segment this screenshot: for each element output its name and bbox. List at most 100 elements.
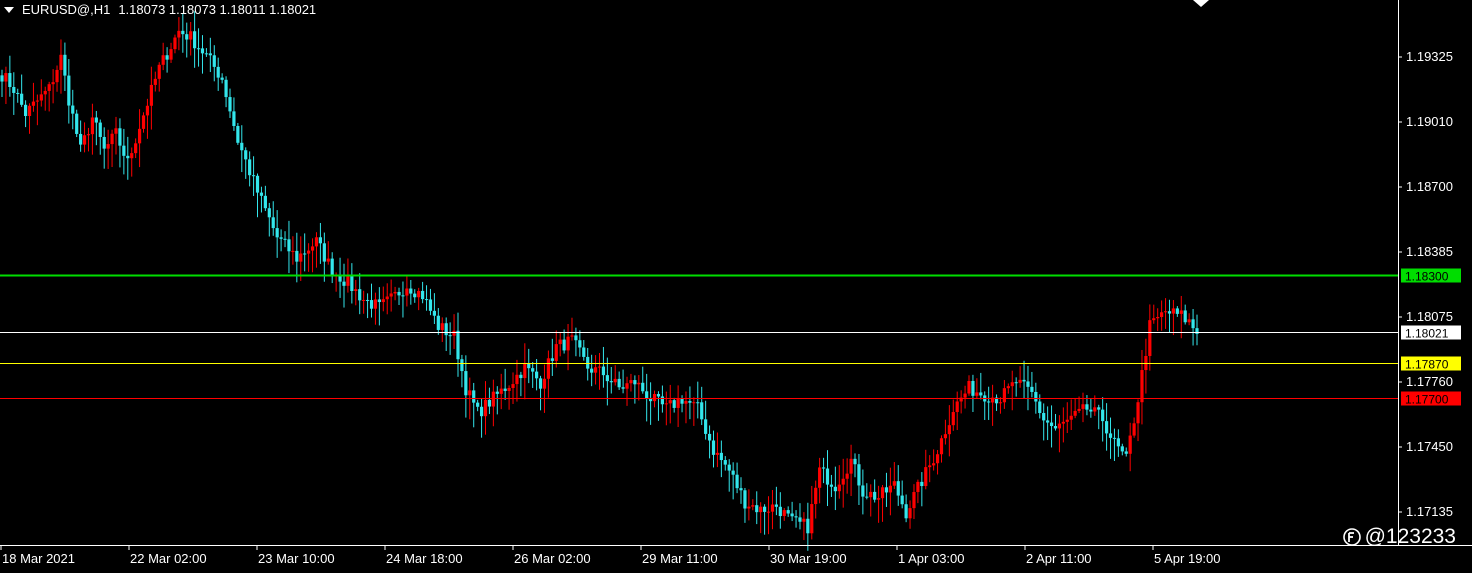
price-chart[interactable]: 1.18300 1.18021 1.17870 1.17700 1.19325 1.19… [0, 0, 1472, 573]
candle-body [821, 467, 826, 469]
candle-body [161, 55, 165, 65]
candle-body [523, 363, 527, 379]
candle-body [314, 237, 319, 247]
candle-body [829, 484, 834, 487]
candle-body [181, 30, 185, 35]
candle-body [774, 504, 778, 507]
candle-body [1156, 316, 1160, 319]
candle-body [200, 48, 205, 54]
candle-body [145, 105, 150, 116]
candle-body [377, 299, 381, 303]
candle-body [448, 335, 452, 337]
candle-body [193, 31, 197, 49]
candle-body [86, 134, 91, 136]
candle-body [31, 101, 36, 106]
candle-body [310, 246, 315, 251]
candle-body [684, 401, 688, 404]
candle-body [369, 300, 374, 309]
candle-body [4, 73, 8, 82]
candle-body [365, 299, 370, 301]
candle-body [1034, 391, 1038, 402]
price-tick-label: 1.19325 [1406, 49, 1453, 64]
candle-body [346, 275, 350, 286]
candle-body [137, 128, 142, 144]
candle-body [436, 315, 440, 330]
candle-body [558, 339, 562, 345]
candle-body [413, 293, 417, 298]
candle-body [1148, 320, 1152, 356]
candle-body [130, 153, 134, 159]
candle-body [1069, 415, 1073, 420]
candle-body [1132, 423, 1136, 436]
candle-body [1191, 319, 1195, 329]
candle-body [546, 358, 550, 379]
candle-body [566, 336, 570, 351]
candle-body [1152, 318, 1156, 321]
candle-body [578, 340, 582, 348]
time-tick-label: 30 Mar 19:00 [770, 551, 847, 566]
candle-body [649, 398, 653, 402]
candle-body [704, 419, 708, 434]
candle-body [692, 402, 696, 404]
candle-body [802, 518, 806, 522]
candles [0, 11, 1199, 551]
candle-body [303, 253, 307, 255]
candle-body [153, 78, 157, 85]
candle-body [987, 401, 991, 403]
candle-body [507, 387, 511, 391]
candle-body [405, 288, 409, 296]
candle-body [590, 368, 594, 373]
candle-body [216, 66, 220, 78]
candle-body [582, 347, 586, 357]
candle-body [94, 117, 98, 123]
candle-body [299, 253, 303, 262]
candle-body [1038, 401, 1042, 414]
candle-body [845, 473, 849, 479]
candle-body [1042, 413, 1046, 421]
ohlc-values: 1.18073 1.18073 1.18011 1.18021 [118, 2, 317, 17]
level-label: 1.18300 [1405, 270, 1449, 284]
candle-body [491, 391, 495, 407]
candle-body [330, 258, 334, 277]
candle-body [1049, 422, 1054, 427]
candle-body [444, 323, 448, 336]
candle-body [71, 105, 75, 114]
candle-body [1089, 409, 1093, 412]
candle-body [106, 144, 110, 149]
candle-body [417, 290, 421, 298]
candle-body [916, 481, 920, 493]
candle-body [605, 375, 609, 382]
candle-body [240, 142, 244, 151]
candle-body [645, 391, 649, 399]
candle-body [892, 481, 896, 486]
candle-body [939, 438, 944, 455]
candle-body [393, 291, 397, 294]
candle-body [452, 330, 456, 336]
candle-body [267, 208, 271, 218]
candle-body [601, 366, 606, 376]
candle-body [440, 323, 444, 330]
candle-body [503, 388, 507, 391]
dropdown-triangle-icon[interactable] [4, 6, 14, 13]
candle-body [358, 289, 362, 301]
candle-body [786, 510, 790, 514]
candle-body [1053, 426, 1058, 429]
candle-body [122, 145, 126, 156]
candle-body [350, 275, 354, 291]
candle-body [896, 481, 900, 496]
candle-body [880, 487, 885, 499]
candle-body [1022, 379, 1026, 382]
candle-body [385, 296, 389, 300]
candle-body [483, 399, 488, 417]
candle-body [232, 111, 236, 126]
candle-body [865, 496, 869, 498]
time-tick-label: 2 Apr 11:00 [1026, 551, 1092, 566]
candle-body [421, 290, 425, 300]
candle-body [951, 412, 955, 426]
candle-body [810, 504, 814, 534]
candle-body [609, 381, 613, 383]
candle-body [519, 374, 523, 379]
candle-body [837, 484, 841, 492]
candle-body [212, 55, 216, 67]
candle-body [1097, 407, 1101, 410]
